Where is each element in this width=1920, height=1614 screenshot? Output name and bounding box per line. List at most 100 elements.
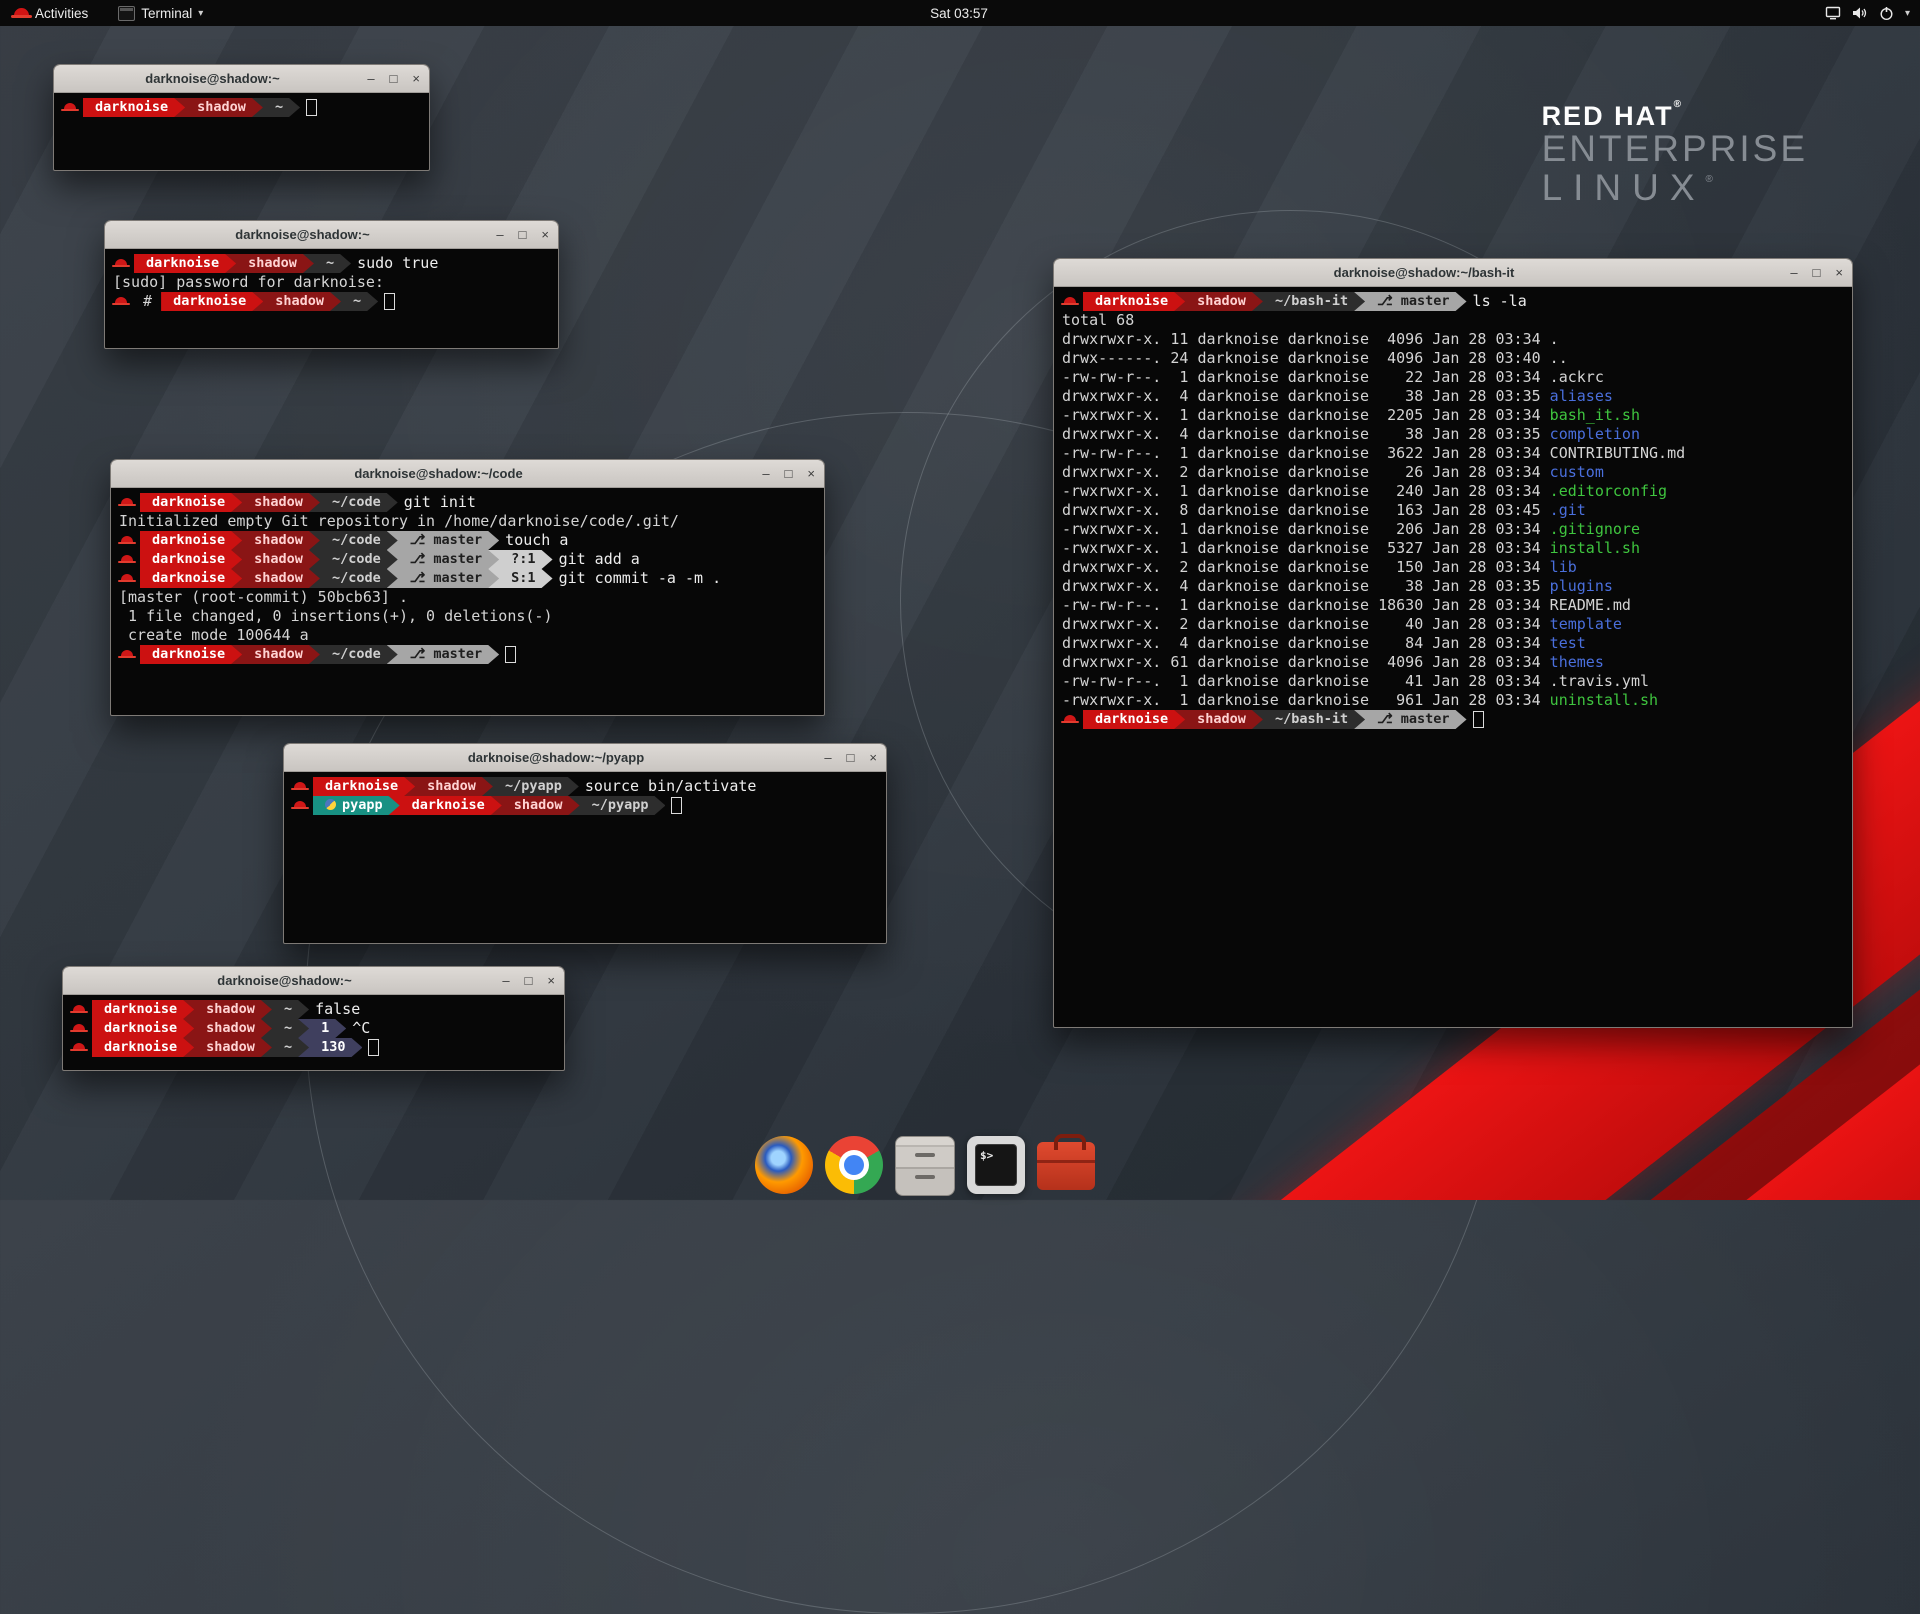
window-titlebar[interactable]: darknoise@shadow:~ – □ ×	[54, 65, 429, 93]
terminal-content[interactable]: darknoiseshadow~/pyappsource bin/activat…	[284, 772, 886, 820]
terminal-text: README.md	[1550, 596, 1631, 614]
redhat-prompt-icon	[1064, 297, 1076, 305]
terminal-line: 1 file changed, 0 insertions(+), 0 delet…	[119, 607, 816, 626]
window-titlebar[interactable]: darknoise@shadow:~ – □ ×	[63, 967, 564, 995]
terminal-text: .	[1550, 330, 1559, 348]
prompt-segment-host: shadow	[252, 292, 341, 311]
system-status-area[interactable]: ▾	[1825, 6, 1910, 21]
redhat-prompt-icon	[121, 650, 133, 658]
firefox-icon[interactable]	[755, 1136, 813, 1194]
registered-mark: ®	[1706, 174, 1713, 185]
prompt-segment-user: darknoise	[1083, 292, 1185, 311]
terminal-line: drwxrwxr-x. 4 darknoise darknoise 38 Jan…	[1062, 577, 1844, 596]
app-grid-icon[interactable]	[1107, 1136, 1165, 1194]
prompt-segment-user: darknoise	[313, 777, 415, 796]
files-icon[interactable]	[895, 1136, 955, 1196]
volume-icon	[1852, 6, 1868, 20]
activities-label: Activities	[35, 6, 88, 21]
minimize-button[interactable]: –	[502, 974, 509, 987]
terminal-text: drwxrwxr-x. 2 darknoise darknoise 26 Jan…	[1062, 463, 1550, 481]
terminal-line: [master (root-commit) 50bcb63] .	[119, 588, 816, 607]
minimize-button[interactable]: –	[496, 228, 503, 241]
terminal-line: -rwxrwxr-x. 1 darknoise darknoise 5327 J…	[1062, 539, 1844, 558]
registered-mark: ®	[1674, 99, 1681, 110]
redhat-prompt-icon	[1064, 715, 1076, 723]
window-titlebar[interactable]: darknoise@shadow:~/bash-it – □ ×	[1054, 259, 1852, 287]
terminal-line: -rw-rw-r--. 1 darknoise darknoise 3622 J…	[1062, 444, 1844, 463]
close-button[interactable]: ×	[807, 467, 815, 480]
prompt-segment-path: ~/bash-it	[1252, 710, 1365, 729]
terminal-text: 1 file changed, 0 insertions(+), 0 delet…	[119, 607, 552, 625]
close-button[interactable]: ×	[869, 751, 877, 764]
clock[interactable]: Sat 03:57	[930, 6, 988, 21]
terminal-text: drwxrwxr-x. 2 darknoise darknoise 150 Ja…	[1062, 558, 1550, 576]
terminal-text: custom	[1550, 463, 1604, 481]
minimize-button[interactable]: –	[824, 751, 831, 764]
terminal-text: total 68	[1062, 311, 1134, 329]
prompt-segment-venv: pyapp	[313, 796, 400, 815]
toolbox-icon[interactable]	[1037, 1142, 1095, 1190]
terminal-line: [sudo] password for darknoise:	[113, 273, 550, 292]
prompt-segment-path: ~/code	[309, 569, 398, 588]
terminal-line: drwxrwxr-x. 8 darknoise darknoise 163 Ja…	[1062, 501, 1844, 520]
terminal-text: -rwxrwxr-x. 1 darknoise darknoise 206 Ja…	[1062, 520, 1550, 538]
terminal-text: ..	[1550, 349, 1568, 367]
redhat-prompt-icon	[121, 536, 133, 544]
terminal-text: -rwxrwxr-x. 1 darknoise darknoise 961 Ja…	[1062, 691, 1550, 709]
maximize-button[interactable]: □	[847, 751, 855, 764]
terminal-cursor	[306, 99, 317, 116]
close-button[interactable]: ×	[547, 974, 555, 987]
close-button[interactable]: ×	[1835, 266, 1843, 279]
prompt-segment-git: ⎇ master	[1354, 710, 1466, 729]
terminal-content[interactable]: darknoiseshadow~/bash-it⎇ masterls -lato…	[1054, 287, 1852, 734]
terminal-line: -rwxrwxr-x. 1 darknoise darknoise 961 Ja…	[1062, 691, 1844, 710]
maximize-button[interactable]: □	[519, 228, 527, 241]
terminal-text: ls -la	[1473, 292, 1527, 310]
prompt-segment-user: darknoise	[140, 550, 242, 569]
prompt-segment-path: ~/code	[309, 493, 398, 512]
maximize-button[interactable]: □	[525, 974, 533, 987]
redhat-prompt-icon	[294, 782, 306, 790]
terminal-text: Initialized empty Git repository in /hom…	[119, 512, 679, 530]
terminal-line: drwx------. 24 darknoise darknoise 4096 …	[1062, 349, 1844, 368]
dock: $>	[0, 1136, 1920, 1196]
terminal-content[interactable]: darknoiseshadow~sudo true[sudo] password…	[105, 249, 558, 316]
prompt-segment-user: darknoise	[161, 292, 263, 311]
window-titlebar[interactable]: darknoise@shadow:~/code – □ ×	[111, 460, 824, 488]
python-icon	[325, 799, 336, 810]
maximize-button[interactable]: □	[390, 72, 398, 85]
terminal-icon[interactable]: $>	[967, 1136, 1025, 1194]
redhat-prompt-icon	[121, 555, 133, 563]
terminal-line: darknoiseshadow~/bash-it⎇ masterls -la	[1062, 292, 1844, 311]
prompt-segment-git: ⎇ master	[387, 645, 499, 664]
window-titlebar[interactable]: darknoise@shadow:~/pyapp – □ ×	[284, 744, 886, 772]
close-button[interactable]: ×	[412, 72, 420, 85]
minimize-button[interactable]: –	[367, 72, 374, 85]
app-menu-terminal[interactable]: Terminal ▾	[112, 0, 209, 26]
terminal-content[interactable]: darknoiseshadow~/codegit initInitialized…	[111, 488, 824, 669]
prompt-segment-user: darknoise	[140, 531, 242, 550]
terminal-text: source bin/activate	[585, 777, 757, 795]
minimize-button[interactable]: –	[1790, 266, 1797, 279]
window-titlebar[interactable]: darknoise@shadow:~ – □ ×	[105, 221, 558, 249]
terminal-line: -rw-rw-r--. 1 darknoise darknoise 41 Jan…	[1062, 672, 1844, 691]
terminal-content[interactable]: darknoiseshadow~falsedarknoiseshadow~1^C…	[63, 995, 564, 1062]
maximize-button[interactable]: □	[785, 467, 793, 480]
chrome-icon[interactable]	[825, 1136, 883, 1194]
activities-button[interactable]: Activities	[8, 0, 94, 26]
top-bar: Activities Terminal ▾ Sat 03:57 ▾	[0, 0, 1920, 26]
maximize-button[interactable]: □	[1813, 266, 1821, 279]
terminal-text: -rw-rw-r--. 1 darknoise darknoise 22 Jan…	[1062, 368, 1550, 386]
terminal-content[interactable]: darknoiseshadow~	[54, 93, 429, 122]
terminal-window-sudo: darknoise@shadow:~ – □ × darknoiseshadow…	[104, 220, 559, 349]
redhat-prompt-icon	[121, 498, 133, 506]
terminal-line: darknoiseshadow~/code⎇ master?:1git add …	[119, 550, 816, 569]
terminal-text: install.sh	[1550, 539, 1640, 557]
close-button[interactable]: ×	[541, 228, 549, 241]
terminal-cursor	[505, 646, 516, 663]
terminal-text: lib	[1550, 558, 1577, 576]
terminal-text: sudo true	[357, 254, 438, 272]
terminal-line: darknoiseshadow~/bash-it⎇ master	[1062, 710, 1844, 729]
minimize-button[interactable]: –	[762, 467, 769, 480]
terminal-text: themes	[1550, 653, 1604, 671]
